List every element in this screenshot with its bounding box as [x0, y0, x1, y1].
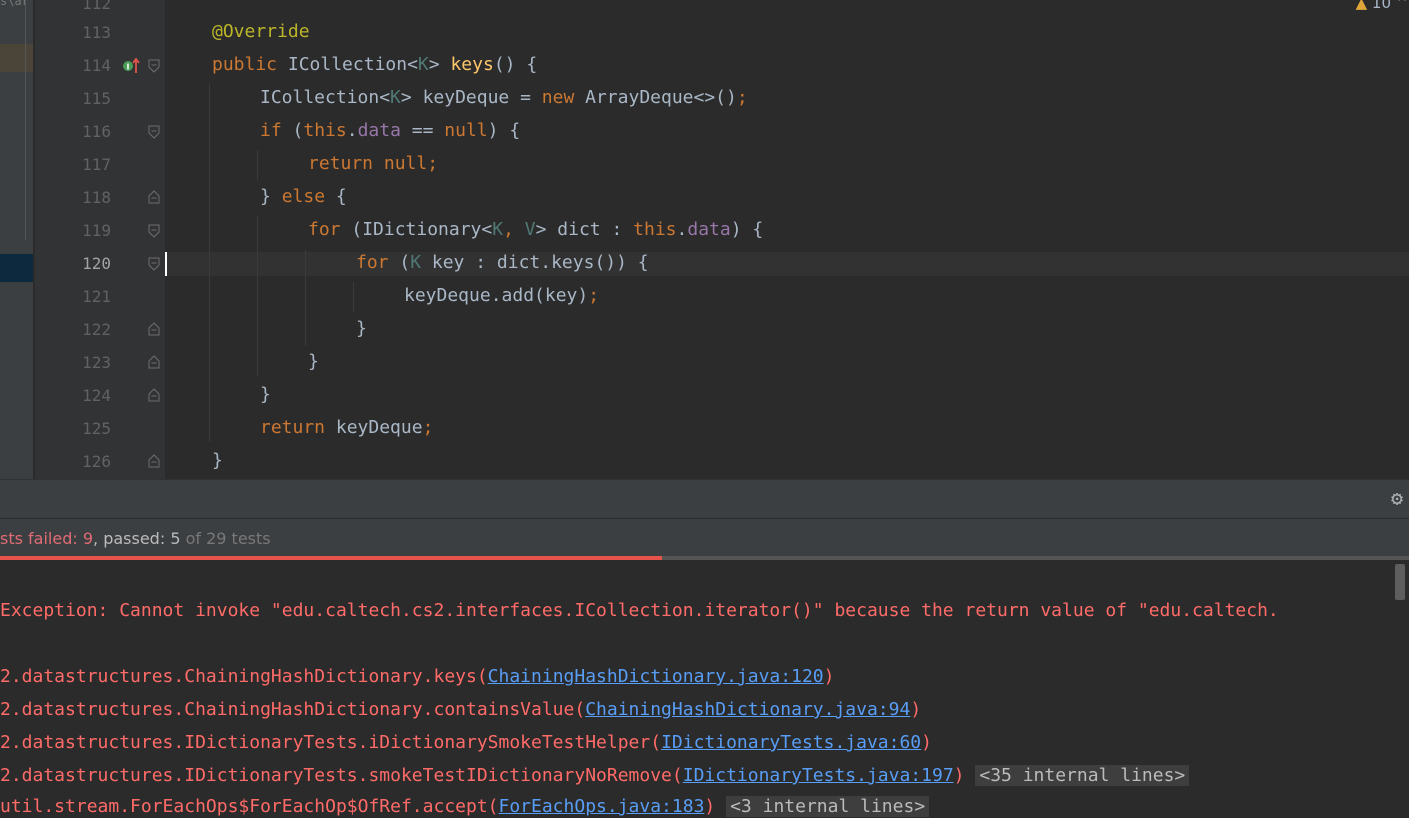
line-number: 126 [82, 452, 111, 471]
line-number: 124 [82, 386, 111, 405]
svg-text:I: I [127, 63, 130, 72]
line-number: 113 [82, 23, 111, 42]
override-marker-icon[interactable]: I [122, 57, 140, 79]
stack-frame-link[interactable]: ChainingHashDictionary.java:120 [488, 666, 824, 687]
stack-frame: 2.datastructures.IDictionaryTests.iDicti… [0, 732, 932, 753]
internal-lines-fold[interactable]: <35 internal lines> [975, 765, 1190, 786]
line-number: 119 [82, 221, 111, 240]
indent-guide [257, 150, 258, 180]
code-line-126: } [212, 450, 223, 471]
fold-close-icon[interactable] [148, 388, 160, 402]
line-number: 115 [82, 89, 111, 108]
exception-message: Exception: Cannot invoke "edu.caltech.cs… [0, 600, 1279, 621]
line-number: 114 [82, 56, 111, 75]
code-line-114: public ICollection<K> keys() { [212, 54, 538, 75]
stack-frame-link[interactable]: IDictionaryTests.java:60 [661, 732, 921, 753]
code-line-121: keyDeque.add(key); [404, 285, 600, 306]
line-number-current: 120 [82, 254, 111, 273]
code-line-113: @Override [212, 21, 310, 42]
fold-close-icon[interactable] [148, 190, 160, 204]
console-scrollbar[interactable] [1395, 564, 1405, 600]
gear-icon[interactable]: ⚙ [1391, 488, 1403, 508]
project-item-selected[interactable] [0, 254, 33, 282]
internal-lines-fold[interactable]: <3 internal lines> [726, 796, 930, 817]
chevron-up-icon[interactable]: ⌃ [1397, 0, 1407, 11]
fold-open-icon[interactable] [148, 224, 160, 238]
code-line-120: for (K key : dict.keys()) { [356, 252, 649, 273]
line-number: 117 [82, 155, 111, 174]
indent-guide [305, 250, 306, 346]
line-number: 121 [82, 287, 111, 306]
code-line-117: return null; [308, 153, 439, 174]
project-panel-strip: s\ar [0, 0, 33, 479]
run-tool-window-toolbar: ⚙ [0, 479, 1409, 518]
code-editor[interactable]: ▲ 10 ⌃ @Override public ICollection<K> k… [165, 0, 1409, 479]
code-line-118: } else { [260, 186, 347, 207]
warning-count: 10 [1371, 0, 1391, 12]
test-status-bar: sts failed: 9, passed: 5 of 29 tests [0, 518, 1409, 557]
indent-guide [353, 282, 354, 312]
code-line-122: } [356, 318, 367, 339]
fold-open-icon[interactable] [148, 59, 160, 73]
panel-divider [25, 0, 26, 240]
code-line-119: for (IDictionary<K, V> dict : this.data)… [308, 219, 764, 240]
test-console-output[interactable]: Exception: Cannot invoke "edu.caltech.cs… [0, 560, 1409, 817]
fold-open-icon[interactable] [148, 125, 160, 139]
line-number: 116 [82, 122, 111, 141]
test-summary: sts failed: 9, passed: 5 of 29 tests [0, 529, 271, 548]
fold-open-icon[interactable] [148, 257, 160, 271]
code-line-123: } [308, 351, 319, 372]
stack-frame: util.stream.ForEachOps$ForEachOp$OfRef.a… [0, 796, 930, 818]
stack-frame: 2.datastructures.ChainingHashDictionary.… [0, 666, 835, 687]
editor-gutter: 112 113 114 115 116 117 118 119 120 121 … [35, 0, 165, 479]
line-number: 123 [82, 353, 111, 372]
stack-frame-link[interactable]: ChainingHashDictionary.java:94 [585, 699, 910, 720]
stack-frame: 2.datastructures.IDictionaryTests.smokeT… [0, 765, 1190, 787]
text-caret [165, 252, 167, 276]
stack-frame-link[interactable]: IDictionaryTests.java:197 [683, 765, 954, 786]
warning-icon: ▲ [1355, 0, 1368, 12]
indent-guide [257, 216, 258, 376]
code-line-124: } [260, 384, 271, 405]
code-line-115: ICollection<K> keyDeque = new ArrayDeque… [260, 87, 748, 108]
current-line-highlight [165, 252, 1409, 276]
indent-guide [209, 84, 210, 442]
fold-close-icon[interactable] [148, 454, 160, 468]
line-number: 122 [82, 320, 111, 339]
stack-frame-link[interactable]: ForEachOps.java:183 [499, 796, 705, 817]
code-line-116: if (this.data == null) { [260, 120, 521, 141]
line-number: 118 [82, 188, 111, 207]
fold-close-icon[interactable] [148, 322, 160, 336]
fold-close-icon[interactable] [148, 355, 160, 369]
project-item-highlight[interactable] [0, 44, 33, 72]
code-line-125: return keyDeque; [260, 417, 434, 438]
line-number: 125 [82, 419, 111, 438]
inspection-warnings[interactable]: ▲ 10 [1356, 0, 1391, 12]
line-number: 112 [82, 0, 111, 13]
stack-frame: 2.datastructures.ChainingHashDictionary.… [0, 699, 922, 720]
